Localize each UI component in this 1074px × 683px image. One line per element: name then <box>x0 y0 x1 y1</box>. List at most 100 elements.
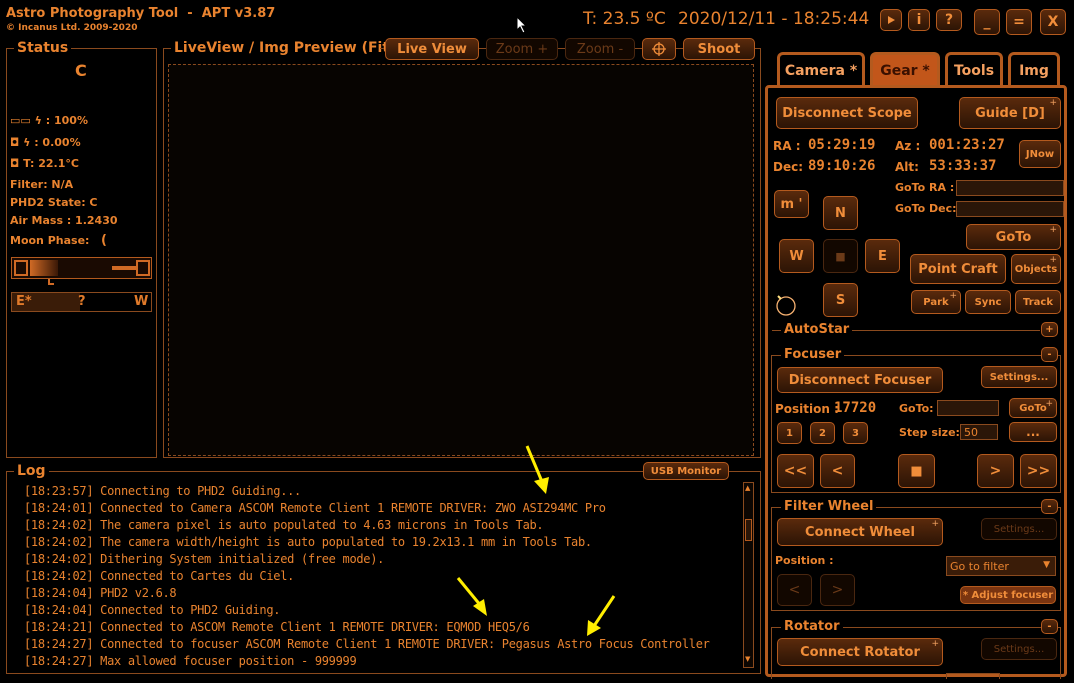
focus-in-button[interactable]: < <box>820 454 855 488</box>
info-button[interactable]: i <box>908 9 930 31</box>
az-label: Az : <box>895 139 921 153</box>
meridian-flip-bar: E* ? W <box>11 292 152 312</box>
focuser-preset-1[interactable]: 1 <box>777 422 802 444</box>
log-line: [18:24:02] Dithering System initialized … <box>24 552 385 566</box>
log-line: [18:23:57] Connecting to PHD2 Guiding... <box>24 484 301 498</box>
stop-icon: ■ <box>835 249 846 263</box>
connect-wheel-button[interactable]: Connect Wheel + <box>777 518 943 546</box>
log-title: Log <box>14 464 49 478</box>
speed-dial-icon[interactable] <box>774 292 798 316</box>
focus-out-fast-button[interactable]: >> <box>1020 454 1057 488</box>
meridian-bar <box>11 257 152 279</box>
help-button[interactable]: ? <box>936 9 962 31</box>
filter-wheel-collapse-button[interactable]: - <box>1041 499 1058 514</box>
tab-camera[interactable]: Camera * <box>777 52 865 86</box>
app-title: Astro Photography Tool - APT v3.87 <box>6 6 276 21</box>
filter-prev-button[interactable]: < <box>777 574 812 606</box>
focuser-preset-3[interactable]: 3 <box>843 422 868 444</box>
goto-filter-select[interactable]: Go to filter ▼ <box>946 556 1056 576</box>
goto-button[interactable]: GoTo + <box>966 224 1061 250</box>
focus-out-button[interactable]: > <box>977 454 1014 488</box>
step-size-label: Step size: <box>899 426 960 439</box>
goto-dec-input[interactable] <box>956 201 1064 217</box>
moon-phase-icon: ( <box>100 233 107 248</box>
goto-dec-label: GoTo Dec: <box>895 202 957 215</box>
focuser-position-value: 17720 <box>834 400 877 416</box>
log-line: [18:24:21] Connected to ASCOM Remote Cli… <box>24 620 530 634</box>
mouse-cursor-icon <box>516 16 528 34</box>
close-button[interactable]: X <box>1040 9 1066 35</box>
point-craft-button[interactable]: Point Craft <box>910 254 1006 284</box>
focuser-goto-button[interactable]: GoTo + <box>1009 398 1057 418</box>
objects-button[interactable]: Objects + <box>1011 254 1061 284</box>
jnow-button[interactable]: JNow <box>1019 140 1061 168</box>
connect-rotator-button[interactable]: Connect Rotator + <box>777 638 943 666</box>
minus-icon: - <box>1047 349 1052 360</box>
tab-img[interactable]: Img <box>1008 52 1060 86</box>
log-line: [18:24:01] Connected to Camera ASCOM Rem… <box>24 501 606 515</box>
liveview-title: LiveView / Img Preview (Fit) <box>171 41 399 55</box>
status-title: Status <box>14 41 72 55</box>
autostar-expand-button[interactable]: + <box>1041 322 1058 337</box>
focuser-goto-label: GoTo: <box>899 402 934 415</box>
slew-east-button[interactable]: E <box>865 239 900 273</box>
focus-in-fast-button[interactable]: << <box>777 454 814 488</box>
slew-south-button[interactable]: S <box>823 283 858 317</box>
status-state-letter: C <box>75 61 87 80</box>
usb-monitor-button[interactable]: USB Monitor <box>643 462 729 480</box>
log-scrollbar[interactable]: ▲ ▼ <box>743 482 754 668</box>
park-button[interactable]: Park + <box>911 290 961 314</box>
focuser-preset-2[interactable]: 2 <box>810 422 835 444</box>
step-size-input[interactable]: 50 <box>960 424 998 440</box>
focus-stop-button[interactable]: ■ <box>898 454 935 488</box>
ra-value: 05:29:19 <box>808 137 876 153</box>
slew-west-button[interactable]: W <box>779 239 814 273</box>
adjust-focuser-button[interactable]: * Adjust focuser <box>960 586 1056 604</box>
focuser-position-label: Position : <box>775 402 839 416</box>
disconnect-focuser-button[interactable]: Disconnect Focuser <box>777 367 943 393</box>
shoot-button[interactable]: Shoot <box>683 38 755 60</box>
disconnect-scope-button[interactable]: Disconnect Scope <box>776 97 918 129</box>
slew-stop-button[interactable]: ■ <box>823 239 858 273</box>
focuser-more-button[interactable]: ... <box>1009 422 1057 442</box>
sync-button[interactable]: Sync <box>965 290 1011 314</box>
image-preview-area[interactable] <box>168 64 754 456</box>
filter-wheel-title: Filter Wheel <box>781 500 877 514</box>
rotator-collapse-button[interactable]: - <box>1041 619 1058 634</box>
focuser-goto-input[interactable] <box>937 400 999 416</box>
annotation-arrow-icon <box>456 577 487 616</box>
maximize-button[interactable]: = <box>1006 9 1032 35</box>
zoom-out-button[interactable]: Zoom - <box>565 38 635 60</box>
rotator-title: Rotator <box>781 620 843 634</box>
m-prime-button[interactable]: m ' <box>774 190 809 218</box>
temperature-readout: T: 23.5 ºC <box>583 9 666 29</box>
rotator-settings-button[interactable]: Settings... <box>981 638 1057 660</box>
goto-ra-input[interactable] <box>956 180 1064 196</box>
play-script-button[interactable] <box>880 9 902 31</box>
filter-wheel-settings-button[interactable]: Settings... <box>981 518 1057 540</box>
scrollbar-thumb[interactable] <box>745 519 752 541</box>
scroll-down-icon[interactable]: ▼ <box>745 655 750 663</box>
filter-status: Filter: N/A <box>10 178 74 191</box>
focuser-collapse-button[interactable]: - <box>1041 347 1058 362</box>
focuser-settings-button[interactable]: Settings... <box>981 366 1057 388</box>
chevron-down-icon: ▼ <box>1043 560 1050 570</box>
minimize-button[interactable]: _ <box>974 9 1000 35</box>
guide-button[interactable]: Guide [D] + <box>959 97 1061 129</box>
crosshair-button[interactable] <box>642 38 676 60</box>
log-line: [18:24:02] Connected to Cartes du Ciel. <box>24 569 295 583</box>
zoom-in-button[interactable]: Zoom + <box>486 38 558 60</box>
alt-label: Alt: <box>895 160 919 174</box>
tab-gear[interactable]: Gear * <box>870 52 940 86</box>
track-button[interactable]: Track <box>1015 290 1061 314</box>
live-view-button[interactable]: Live View <box>385 38 479 60</box>
filter-next-button[interactable]: > <box>820 574 855 606</box>
log-line: [18:24:27] Max allowed focuser position … <box>24 654 357 668</box>
info-icon: i <box>916 12 922 28</box>
tab-tools[interactable]: Tools <box>945 52 1003 86</box>
scroll-up-icon[interactable]: ▲ <box>745 484 750 492</box>
power-status-1: ▭▭ ϟ : 100% <box>10 114 88 127</box>
filter-position-label: Position : <box>775 554 834 567</box>
slew-north-button[interactable]: N <box>823 196 858 230</box>
phd2-state: PHD2 State: C <box>10 196 98 209</box>
